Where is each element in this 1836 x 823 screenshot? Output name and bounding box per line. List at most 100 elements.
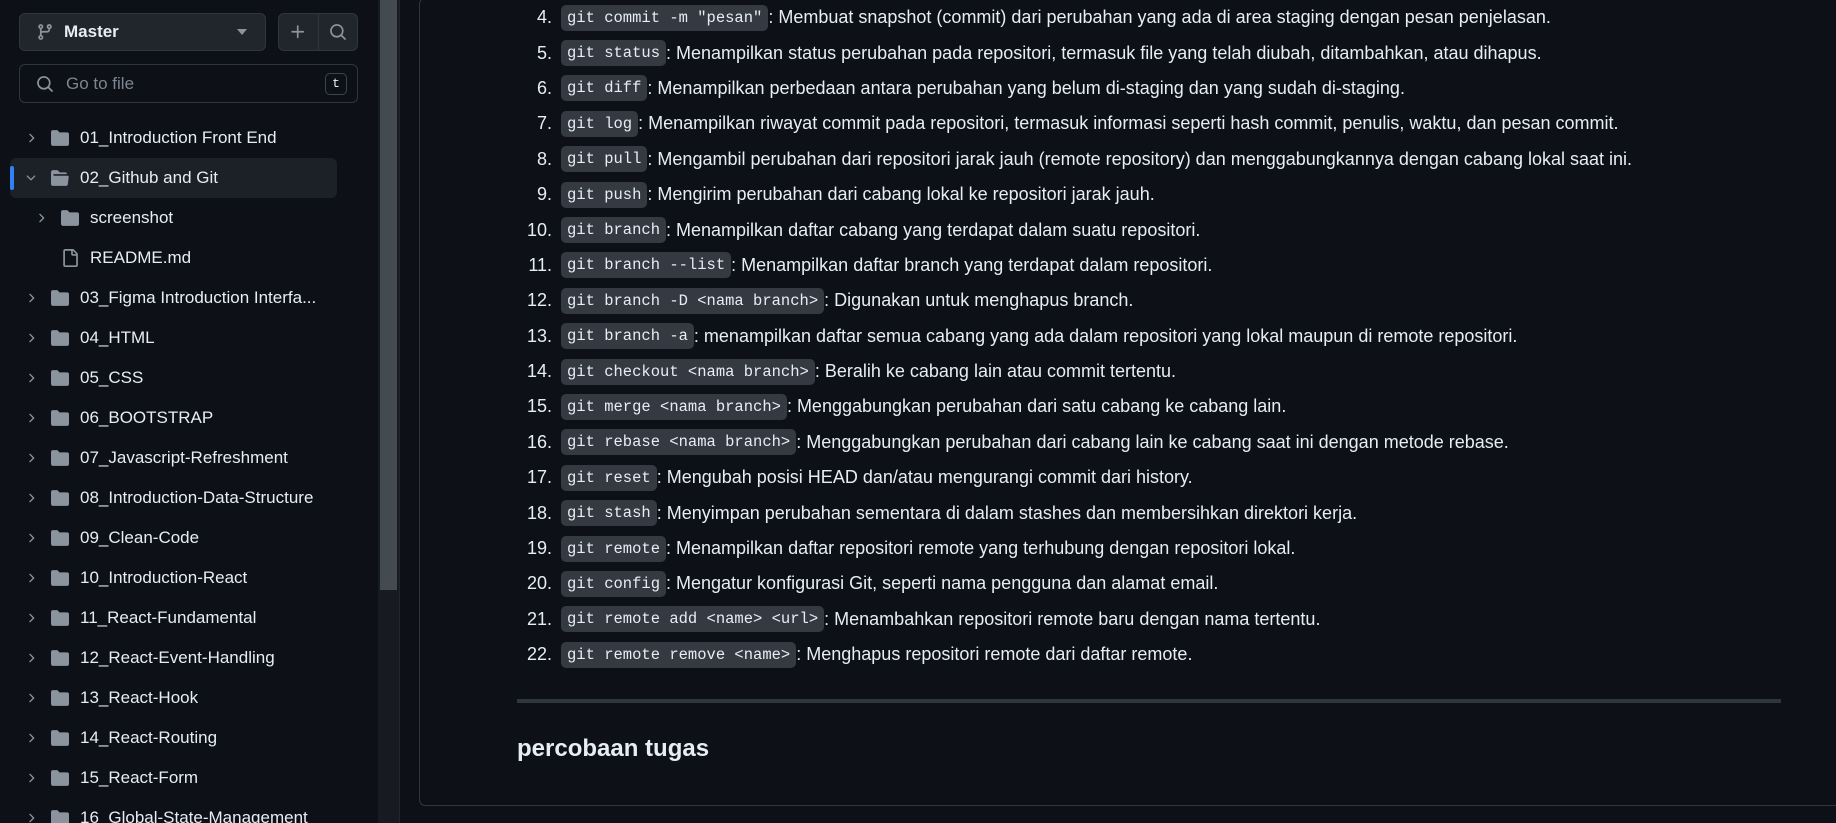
tree-item-label: 10_Introduction-React <box>80 568 248 587</box>
file-tree: 01_Introduction Front End 02_Github and G… <box>0 118 378 823</box>
list-number: 6. <box>536 77 552 98</box>
tree-file-item[interactable]: README.md <box>0 238 378 278</box>
tree-folder-item[interactable]: 16_Global-State-Management <box>0 798 378 823</box>
chevron-svg <box>26 175 36 181</box>
chevron-right-icon[interactable] <box>24 411 38 425</box>
tree-folder-item[interactable]: 07_Javascript-Refreshment <box>0 438 378 478</box>
tree-folder-item[interactable]: 04_HTML <box>0 318 378 358</box>
tree-folder-item[interactable]: 08_Introduction-Data-Structure <box>0 478 378 518</box>
command-list-item: 16. git rebase <nama branch>: Menggabungk… <box>516 425 1632 460</box>
tree-folder-item[interactable]: 12_React-Event-Handling <box>0 638 378 678</box>
chevron-right-icon[interactable] <box>24 131 38 145</box>
inline-code: git pull <box>561 146 648 173</box>
branch-selector-button[interactable]: Master <box>19 13 266 51</box>
tree-item-label: 01_Introduction Front End <box>80 128 277 147</box>
chevron-right-icon[interactable] <box>24 491 38 505</box>
chevron-right-icon[interactable] <box>24 811 38 823</box>
tree-folder-item[interactable]: 01_Introduction Front End <box>0 118 378 158</box>
tree-folder-item[interactable]: 11_React-Fundamental <box>0 598 378 638</box>
go-to-file-input[interactable] <box>64 72 325 95</box>
tree-folder-item[interactable]: 02_Github and Git <box>0 158 378 198</box>
inline-code: git merge <nama branch> <box>561 393 787 420</box>
search-icon <box>37 75 53 92</box>
tree-folder-item[interactable]: 05_CSS <box>0 358 378 398</box>
tree-item-label: 16_Global-State-Management <box>80 808 308 823</box>
chevron-right-icon[interactable] <box>24 611 38 625</box>
tree-folder-item[interactable]: 06_BOOTSTRAP <box>0 398 378 438</box>
sidebar-scrollbar-thumb[interactable] <box>380 0 397 590</box>
command-description: : Mengirim perubahan dari cabang lokal k… <box>647 184 1155 205</box>
tree-item-label: 05_CSS <box>80 368 144 387</box>
tree-folder-item[interactable]: 15_React-Form <box>0 758 378 798</box>
command-description: : menampilkan daftar semua cabang yang a… <box>693 325 1518 346</box>
add-file-button[interactable] <box>279 14 318 50</box>
chevron-right-icon[interactable] <box>24 331 38 345</box>
command-description: : Mengatur konfigurasi Git, seperti nama… <box>666 573 1219 594</box>
chevron-svg <box>29 493 35 503</box>
chevron-right-icon[interactable] <box>34 211 48 225</box>
command-description: : Menambahkan repositori remote baru den… <box>824 608 1321 629</box>
chevron-svg <box>29 453 35 463</box>
inline-code: git diff <box>561 75 648 102</box>
command-description: : Mengubah posisi HEAD dan/atau menguran… <box>656 467 1193 488</box>
list-number: 17. <box>526 467 552 488</box>
search-code-button[interactable] <box>317 14 358 50</box>
command-description: : Menampilkan perbedaan antara perubahan… <box>647 77 1405 98</box>
chevron-right-icon[interactable] <box>24 731 38 745</box>
tree-folder-item[interactable]: 09_Clean-Code <box>0 518 378 558</box>
keyboard-shortcut-hint: t <box>325 72 347 95</box>
tree-folder-item[interactable]: 13_React-Hook <box>0 678 378 718</box>
list-number: 15. <box>526 396 552 417</box>
command-description: : Beralih ke cabang lain atau commit ter… <box>814 361 1177 382</box>
folder-icon <box>51 610 69 626</box>
chevron-svg <box>29 573 35 583</box>
list-number: 14. <box>526 361 552 382</box>
chevron-right-icon[interactable] <box>24 571 38 585</box>
folder-icon <box>51 530 69 546</box>
inline-code: git rebase <nama branch> <box>561 429 797 456</box>
list-number: 20. <box>526 573 552 594</box>
chevron-right-icon[interactable] <box>24 771 38 785</box>
chevron-right-icon[interactable] <box>24 371 38 385</box>
tree-folder-item[interactable]: 10_Introduction-React <box>0 558 378 598</box>
tree-item-label: 07_Javascript-Refreshment <box>80 448 288 467</box>
tree-item-label: 03_Figma Introduction Interfa... <box>80 288 317 307</box>
tree-folder-item[interactable]: screenshot <box>0 198 378 238</box>
list-number: 5. <box>536 42 552 63</box>
tree-item-label: 15_React-Form <box>80 768 199 787</box>
inline-code: git log <box>561 110 639 137</box>
inline-code: git branch -D <nama branch> <box>561 287 825 314</box>
command-list-item: 21. git remote add <name> <url>: Menambah… <box>516 602 1632 637</box>
list-number: 16. <box>526 431 552 452</box>
command-description: : Menyimpan perubahan sementara di dalam… <box>656 502 1358 523</box>
command-list-item: 19. git remote: Menampilkan daftar reposi… <box>516 531 1632 566</box>
chevron-down-icon[interactable] <box>24 171 38 185</box>
inline-code: git reset <box>561 464 657 491</box>
tree-folder-item[interactable]: 14_React-Routing <box>0 718 378 758</box>
tree-actions <box>278 13 358 51</box>
tree-item-label: screenshot <box>90 208 174 227</box>
chevron-svg <box>29 733 35 743</box>
list-number: 21. <box>526 608 552 629</box>
folder-icon <box>51 410 69 426</box>
inline-code: git branch -a <box>561 323 694 350</box>
list-number: 22. <box>526 644 552 665</box>
chevron-svg <box>29 293 35 303</box>
tree-item-label: 13_React-Hook <box>80 688 199 707</box>
folder-icon <box>51 690 69 706</box>
chevron-right-icon[interactable] <box>24 691 38 705</box>
folder-icon <box>51 130 69 146</box>
chevron-right-icon[interactable] <box>24 451 38 465</box>
tree-item-label: 12_React-Event-Handling <box>80 648 275 667</box>
list-number: 12. <box>526 290 552 311</box>
chevron-right-icon[interactable] <box>24 291 38 305</box>
list-number: 19. <box>526 538 552 559</box>
chevron-right-icon[interactable] <box>24 651 38 665</box>
folder-icon <box>51 450 69 466</box>
chevron-right-icon[interactable] <box>24 531 38 545</box>
folder-icon <box>51 770 69 786</box>
inline-code: git remote <box>561 535 667 562</box>
go-to-file-search[interactable]: t <box>19 64 358 103</box>
tree-folder-item[interactable]: 03_Figma Introduction Interfa... <box>0 278 378 318</box>
command-list-item: 11. git branch --list : Menampilkan dafta… <box>516 248 1632 283</box>
